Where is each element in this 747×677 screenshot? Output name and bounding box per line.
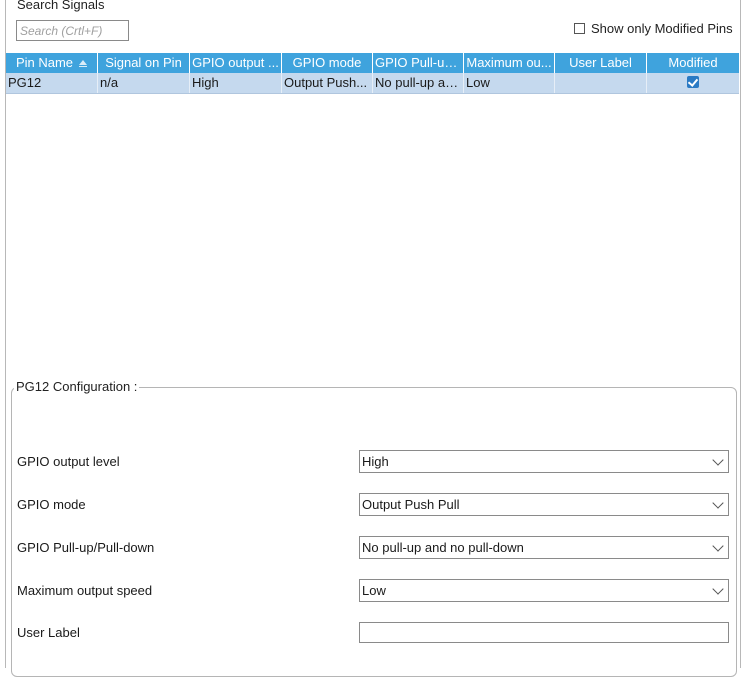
cell-user-label: [555, 73, 647, 93]
cell-signal-on-pin: n/a: [98, 73, 190, 93]
column-header-modified[interactable]: Modified: [647, 53, 739, 73]
cell-gpio-pull: No pull-up an...: [373, 73, 464, 93]
pin-table-header: Pin Name Signal on Pin GPIO output ... G…: [6, 53, 739, 73]
sort-ascending-icon: [79, 60, 88, 68]
show-modified-label: Show only Modified Pins: [591, 20, 733, 36]
column-header-maximum-output-speed[interactable]: Maximum ou...: [464, 53, 555, 73]
configuration-title: PG12 Configuration :: [14, 379, 140, 394]
gpio-pull-select[interactable]: No pull-up and no pull-down: [359, 536, 729, 559]
cell-modified: [647, 73, 739, 93]
pin-table: Pin Name Signal on Pin GPIO output ... G…: [6, 53, 739, 94]
gpio-output-level-value: High: [362, 454, 389, 469]
gpio-mode-select[interactable]: Output Push Pull: [359, 493, 729, 516]
column-header-signal-on-pin[interactable]: Signal on Pin: [98, 53, 190, 73]
column-header-user-label[interactable]: User Label: [555, 53, 647, 73]
maximum-output-speed-label: Maximum output speed: [17, 583, 153, 598]
search-signals-input[interactable]: [16, 20, 129, 41]
gpio-output-level-label: GPIO output level: [17, 454, 120, 469]
cell-gpio-mode: Output Push...: [282, 73, 373, 93]
maximum-output-speed-select[interactable]: Low: [359, 579, 729, 602]
search-signals-title: Search Signals: [17, 0, 105, 12]
gpio-mode-value: Output Push Pull: [362, 497, 460, 512]
chevron-down-icon: [712, 540, 724, 552]
column-header-gpio-output-level[interactable]: GPIO output ...: [190, 53, 282, 73]
cell-pin-name: PG12: [6, 73, 98, 93]
gpio-pull-value: No pull-up and no pull-down: [362, 540, 524, 555]
show-modified-checkbox[interactable]: [574, 22, 585, 34]
chevron-down-icon: [712, 454, 724, 466]
column-header-pin-name[interactable]: Pin Name: [6, 53, 98, 73]
gpio-pull-label: GPIO Pull-up/Pull-down: [17, 540, 155, 555]
chevron-down-icon: [712, 583, 724, 595]
user-label-label: User Label: [17, 625, 80, 640]
column-header-gpio-pull[interactable]: GPIO Pull-up...: [373, 53, 464, 73]
gpio-output-level-select[interactable]: High: [359, 450, 729, 473]
chevron-down-icon: [712, 497, 724, 509]
modified-check-icon: [687, 76, 699, 88]
user-label-input[interactable]: [359, 622, 729, 643]
cell-gpio-output-level: High: [190, 73, 282, 93]
cell-maximum-output-speed: Low: [464, 73, 555, 93]
show-only-modified-pins-toggle[interactable]: Show only Modified Pins: [574, 20, 733, 36]
maximum-output-speed-value: Low: [362, 583, 386, 598]
gpio-mode-label: GPIO mode: [17, 497, 86, 512]
table-row[interactable]: PG12 n/a High Output Push... No pull-up …: [6, 73, 739, 94]
column-header-gpio-mode[interactable]: GPIO mode: [282, 53, 373, 73]
column-header-label: Pin Name: [15, 55, 74, 70]
